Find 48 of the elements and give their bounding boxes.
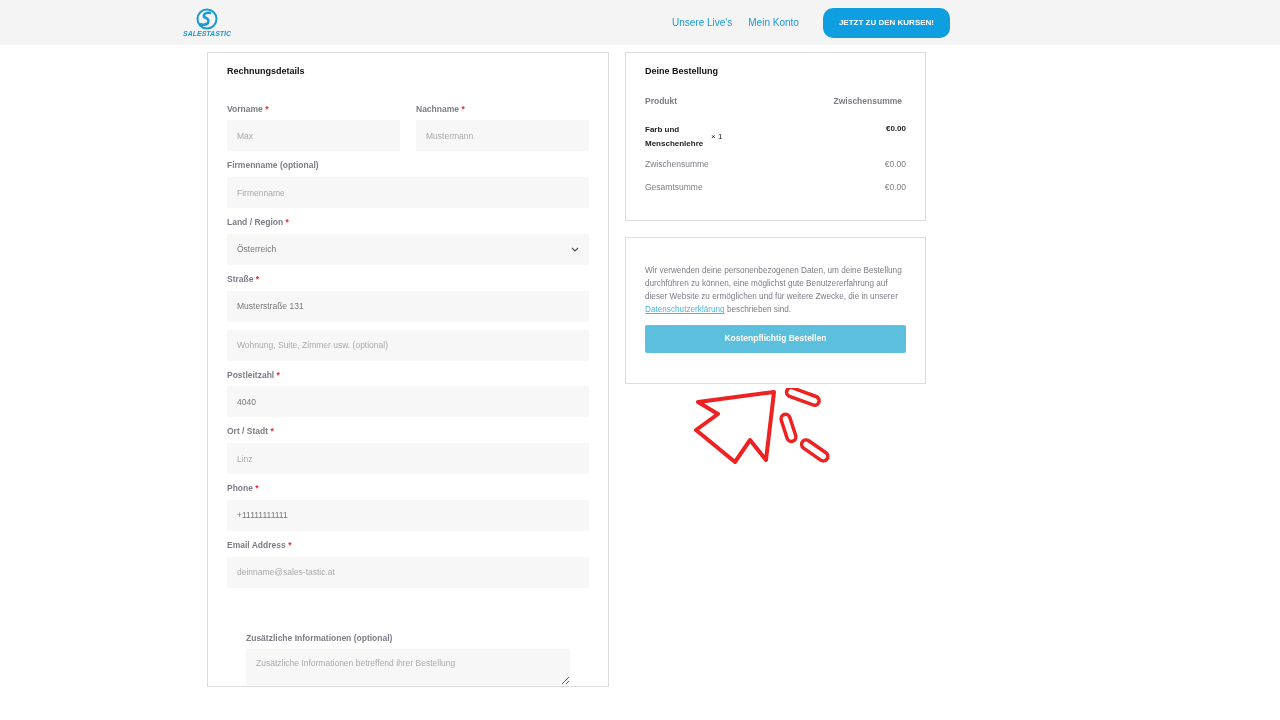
privacy-notice: Wir verwenden deine personenbezogenen Daten, um deine Bestellung durchführen zu können, eine möglichst gute Benutzererfahrung auf dieser Website zu ermöglichen und für weitere Zwecke, die in unserer Datenschutzerklärung beschrieben sind. [645,265,903,317]
field-label: Land / Region * [227,216,290,229]
field-label: Nachname * [416,102,466,116]
nav-link[interactable]: Unsere Live's [672,15,733,30]
required-mark: * [255,483,259,493]
input-field[interactable]: Wohnung, Suite, Zimmer usw. (optional) [227,329,589,361]
input-field[interactable]: Musterstraße 131 [227,290,589,322]
nav-link[interactable]: Mein Konto [748,15,799,30]
input-field[interactable]: Mustermann [416,120,589,152]
logo-icon [195,8,220,30]
field-label: Postleitzahl * [227,368,281,382]
total-value: €0.00 [884,181,906,194]
input-field[interactable]: deinname@sales-tastic.at [227,556,589,588]
chevron-down-icon [571,246,579,252]
field-label: Phone * [227,482,260,495]
required-mark: * [285,217,289,227]
column-header: Produkt [645,94,678,108]
total-value: €0.00 [884,158,906,172]
column-header: Zwischensumme [833,94,902,108]
field-label: Firmenname (optional) [227,159,320,172]
product-name: Farb und Menschenlehre [645,124,705,150]
field-label: Email Address * [227,538,293,552]
required-mark: * [276,369,280,380]
required-mark: * [461,103,465,114]
required-mark: * [265,103,269,114]
input-field[interactable]: Linz [227,443,589,474]
line-total: €0.00 [885,123,906,136]
field-label: Vorname * [227,102,270,116]
total-label: Zwischensumme [645,158,709,172]
field-label: Zusätzliche Informationen (optional) [246,631,394,645]
select-field[interactable]: Österreich [227,233,589,265]
required-mark: * [288,539,292,550]
required-mark: * [255,273,260,284]
section-title: Deine Bestellung [645,65,719,78]
order-button[interactable]: Kostenpflichtig Bestellen [645,324,906,353]
total-label: Gesamtsumme [645,181,703,194]
required-mark: * [270,426,274,437]
input-field[interactable]: +11111111111 [227,499,589,531]
input-field[interactable]: Firmenname [227,177,589,208]
section-title: Rechnungsdetails [227,65,306,78]
field-label: Straße * [227,272,261,286]
courses-button[interactable]: JETZT ZU DEN KURSEN! [822,7,950,38]
privacy-link[interactable]: Datenschutzerklärung [645,305,725,315]
input-field[interactable]: Max [227,120,400,152]
input-field[interactable]: 4040 [227,386,589,418]
quantity: × 1 [711,130,723,143]
textarea-field[interactable]: Zusätzliche Informationen betreffend ihrer Bestellung [246,649,570,686]
field-label: Ort / Stadt * [227,425,275,438]
